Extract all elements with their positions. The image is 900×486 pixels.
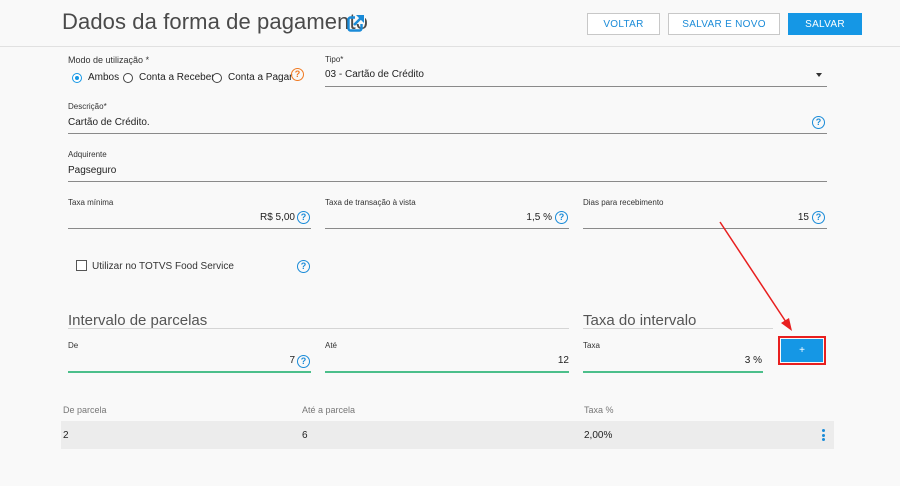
food-service-label: Utilizar no TOTVS Food Service: [92, 261, 234, 272]
interval-fee-title: Taxa do intervalo: [583, 312, 697, 329]
page-title: Dados da forma de pagamento: [62, 9, 369, 34]
table-cell: 2: [63, 430, 69, 441]
interval-fee-divider: [583, 328, 773, 329]
cash-fee-underline: [325, 228, 569, 229]
type-select-value[interactable]: 03 - Cartão de Crédito: [325, 69, 424, 80]
description-input[interactable]: Cartão de Crédito.: [68, 117, 150, 128]
interval-fee-label: Taxa: [583, 341, 600, 350]
save-button[interactable]: SALVAR: [788, 13, 862, 35]
column-header-to: Até a parcela: [302, 405, 356, 415]
radio-ambos-label: Ambos: [88, 72, 120, 83]
type-label: Tipo*: [325, 55, 344, 64]
installments-title: Intervalo de parcelas: [68, 312, 208, 329]
cash-fee-input[interactable]: 1,5 %: [460, 212, 552, 223]
cash-fee-label: Taxa de transação à vista: [325, 198, 416, 207]
to-label: Até: [325, 341, 338, 350]
radio-conta-pagar-label: Conta a Pagar: [228, 72, 293, 83]
interval-fee-underline: [583, 371, 763, 373]
kebab-menu-icon[interactable]: [822, 429, 826, 441]
column-header-from: De parcela: [63, 405, 107, 415]
radio-conta-receber-label: Conta a Receber: [139, 72, 215, 83]
table-cell: 6: [302, 430, 308, 441]
type-underline: [325, 86, 827, 87]
description-underline: [68, 133, 827, 134]
table-cell: 2,00%: [584, 430, 613, 441]
receive-days-label: Dias para recebimento: [583, 198, 664, 207]
question-circle-icon[interactable]: ?: [297, 355, 310, 368]
min-fee-label: Taxa mínima: [68, 198, 114, 207]
header-divider: [0, 46, 900, 47]
external-link-icon[interactable]: [347, 14, 365, 32]
column-header-fee: Taxa %: [584, 405, 614, 415]
interval-fee-input[interactable]: 3 %: [680, 355, 762, 366]
to-underline: [325, 371, 569, 373]
radio-conta-receber[interactable]: [123, 73, 133, 83]
receive-days-underline: [583, 228, 827, 229]
radio-ambos[interactable]: [72, 73, 82, 83]
receive-days-input[interactable]: 15: [740, 212, 809, 223]
from-label: De: [68, 341, 79, 350]
food-service-checkbox[interactable]: [76, 260, 87, 271]
back-button[interactable]: VOLTAR: [587, 13, 660, 35]
acquirer-label: Adquirente: [68, 150, 107, 159]
question-circle-icon[interactable]: ?: [297, 211, 310, 224]
table-row[interactable]: [61, 421, 834, 449]
acquirer-underline: [68, 181, 827, 182]
annotation-arrow: [719, 221, 792, 331]
min-fee-underline: [68, 228, 311, 229]
description-label: Descrição*: [68, 102, 107, 111]
usage-mode-label: Modo de utilização *: [68, 55, 150, 65]
question-circle-icon[interactable]: ?: [291, 68, 304, 81]
min-fee-input[interactable]: R$ 5,00: [200, 212, 295, 223]
highlight-box: [778, 336, 826, 365]
question-circle-icon[interactable]: ?: [297, 260, 310, 273]
acquirer-input[interactable]: Pagseguro: [68, 165, 116, 176]
question-circle-icon[interactable]: ?: [812, 211, 825, 224]
from-underline: [68, 371, 311, 373]
caret-down-icon[interactable]: [816, 73, 822, 77]
installments-divider: [68, 328, 569, 329]
question-circle-icon[interactable]: ?: [555, 211, 568, 224]
save-and-new-button[interactable]: SALVAR E NOVO: [668, 13, 780, 35]
question-circle-icon[interactable]: ?: [812, 116, 825, 129]
radio-conta-pagar[interactable]: [212, 73, 222, 83]
to-input[interactable]: 12: [470, 355, 569, 366]
from-input[interactable]: 7: [200, 355, 295, 366]
